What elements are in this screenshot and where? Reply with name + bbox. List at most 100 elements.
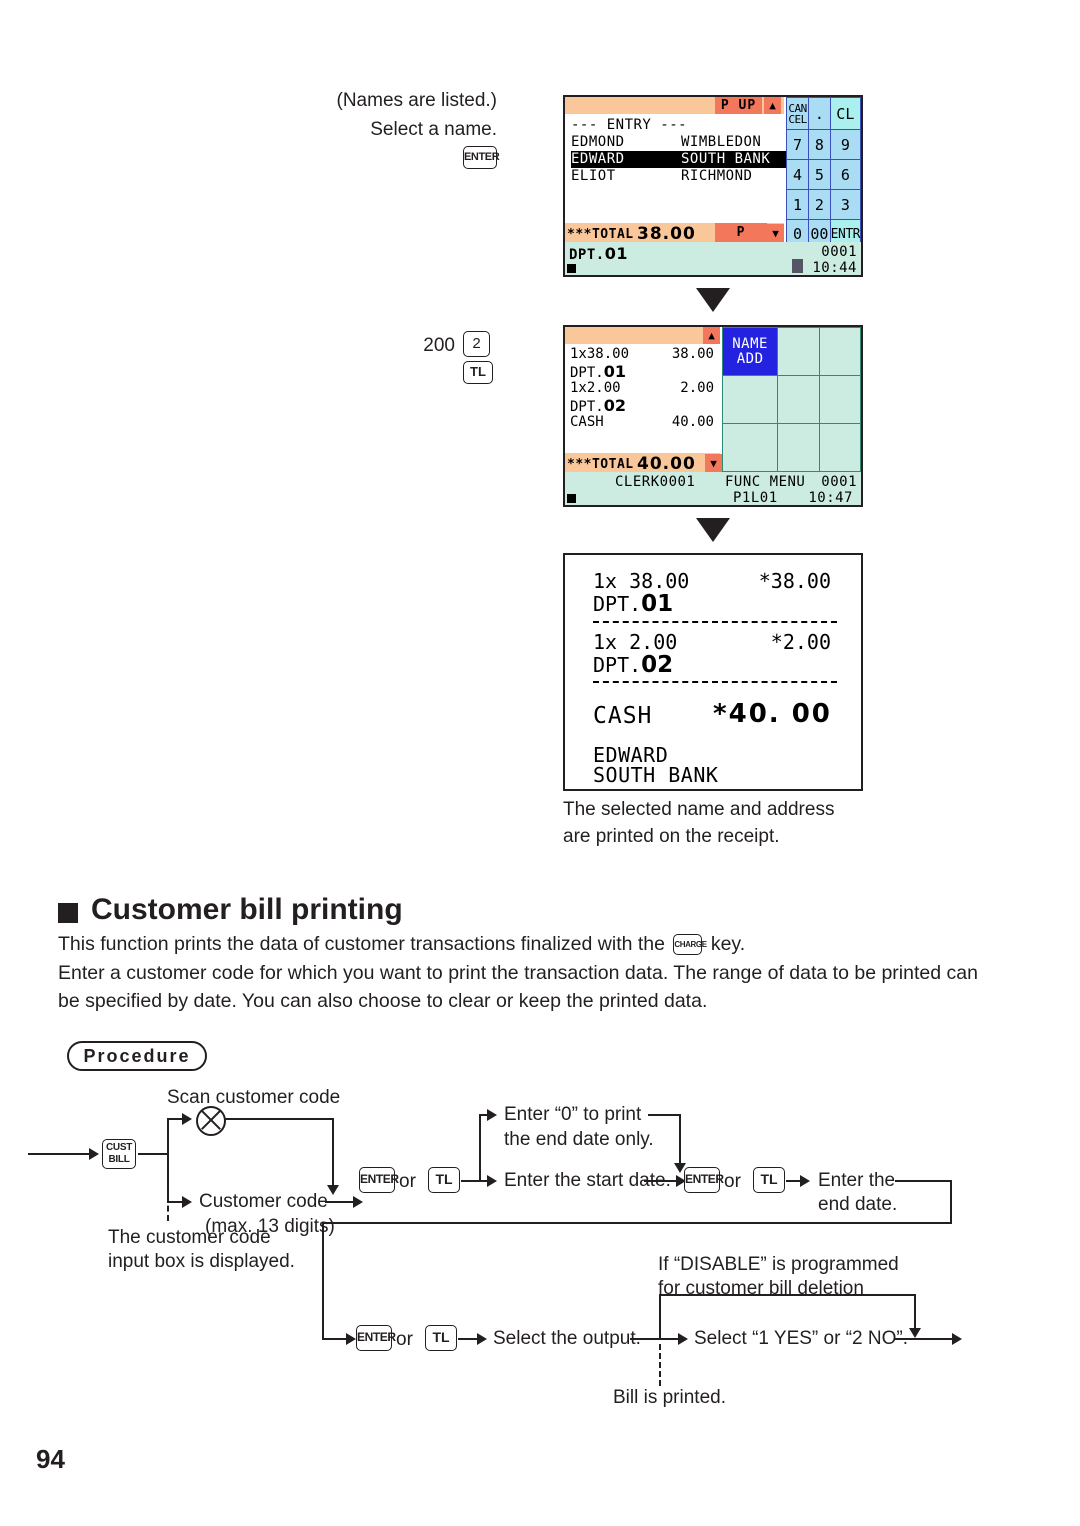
key-9[interactable]: 9 xyxy=(829,129,861,160)
flow-line-to-code xyxy=(167,1201,183,1203)
manual-page: (Names are listed.) Select a name. ENTER… xyxy=(0,0,1080,1526)
total-value: 38.00 xyxy=(637,224,696,244)
list-item-selected[interactable]: EDWARD SOUTH BANK xyxy=(571,151,787,168)
page-up-button[interactable]: P UP xyxy=(715,97,762,114)
list-item[interactable]: EDMOND WIMBLEDON xyxy=(571,134,781,151)
tl-key-flow-2[interactable]: TL xyxy=(753,1167,785,1193)
status-clerk: CLERK0001 xyxy=(615,474,696,490)
display2-top-bar xyxy=(565,327,720,344)
key-cancel[interactable]: CAN CEL xyxy=(785,97,810,130)
step1-note-line1: (Names are listed.) xyxy=(336,90,498,111)
receipt-dept-label: DPT. xyxy=(593,592,642,616)
charge-key-icon: CHARGE xyxy=(673,934,707,956)
tl-key-label: TL xyxy=(753,1167,785,1193)
tl-key-flow-1[interactable]: TL xyxy=(428,1167,460,1193)
entry-name: EDWARD xyxy=(571,151,625,167)
enter-key-flow-1[interactable]: ENTER xyxy=(359,1167,399,1193)
key-3[interactable]: 3 xyxy=(829,189,861,220)
flow-line-to-scan xyxy=(167,1118,183,1120)
end-date-line1: Enter the xyxy=(818,1170,896,1191)
receipt-caption-line1: The selected name and address xyxy=(563,799,835,820)
or-label-1: or xyxy=(399,1171,416,1192)
txn-dept-label: DPT. xyxy=(570,365,604,381)
scroll-up-arrow-icon-2[interactable]: ▲ xyxy=(703,327,720,344)
flow-line-enddate-out xyxy=(895,1180,952,1182)
flow-arrowhead-startdate xyxy=(487,1175,497,1187)
operator-icon xyxy=(792,259,803,273)
cust-bill-key-label: CUST BILL xyxy=(102,1139,136,1169)
receipt-customer-address: SOUTH BANK xyxy=(593,763,719,787)
flow-line-scan-down xyxy=(332,1118,334,1186)
txn-line: DPT.01 xyxy=(570,362,720,381)
note-input-box-line2: input box is displayed. xyxy=(108,1251,295,1272)
entry-name: EDMOND xyxy=(571,134,625,150)
procedure-badge: Procedure xyxy=(67,1041,207,1071)
tl-key-label: TL xyxy=(428,1167,460,1193)
flow-line-enddate-down xyxy=(950,1180,952,1223)
key-4[interactable]: 4 xyxy=(785,159,810,190)
flow-line-wrap-right xyxy=(322,1338,348,1340)
entry-address: SOUTH BANK xyxy=(681,151,771,167)
key-2[interactable]: 2 xyxy=(808,189,831,220)
status-dept: DPT.01 xyxy=(569,244,628,263)
receipt-line1-dept: DPT.01 xyxy=(593,591,673,617)
flow-line-scan-out xyxy=(224,1118,334,1120)
scroll-up-arrow-icon[interactable]: ▲ xyxy=(764,97,781,114)
page-down-button[interactable]: P DOWN xyxy=(715,223,767,259)
tl-key-label: TL xyxy=(463,361,493,384)
list-item[interactable]: ELIOT RICHMOND xyxy=(571,168,781,185)
status-func-menu: FUNC MENU xyxy=(725,474,806,490)
end-date-line2: end date. xyxy=(818,1194,898,1215)
cust-bill-line2: BILL xyxy=(108,1154,130,1165)
bill-printed-label: Bill is printed. xyxy=(613,1387,726,1408)
receipt-dept-label: DPT. xyxy=(593,653,642,677)
customer-code-label: Customer code xyxy=(199,1191,328,1212)
flow-line-in xyxy=(28,1153,90,1155)
flow-line-output-out xyxy=(630,1338,662,1340)
func-key-empty[interactable] xyxy=(721,423,779,472)
flow-arrowhead-scan-down xyxy=(327,1185,339,1195)
numeric-keypad[interactable]: CAN CEL . CL 7 8 9 4 5 6 1 2 3 0 00 ENTR xyxy=(785,97,861,249)
func-key-name-add[interactable]: NAME ADD xyxy=(721,327,779,376)
key-5[interactable]: 5 xyxy=(808,159,831,190)
status-counter: 0001 xyxy=(821,244,857,260)
scroll-down-arrow-icon[interactable]: ▼ xyxy=(767,224,784,243)
txn-dept-num: 01 xyxy=(603,362,626,381)
entry-name: ELIOT xyxy=(571,168,616,184)
status-p1l01: P1L01 xyxy=(733,490,778,506)
func-key-empty[interactable] xyxy=(818,375,861,424)
tl-key-step2[interactable]: TL xyxy=(463,361,493,384)
scroll-down-arrow-icon-2[interactable]: ▼ xyxy=(705,454,722,473)
func-key-empty[interactable] xyxy=(777,423,820,472)
receipt-line1-amount: *38.00 xyxy=(758,569,831,593)
flow-arrow-down-2 xyxy=(696,518,730,542)
scanner-circle-icon xyxy=(196,1106,226,1136)
page-number: 94 xyxy=(36,1444,65,1474)
total-label-2: ***TOTAL xyxy=(567,457,634,472)
key-decimal[interactable]: . xyxy=(808,97,831,130)
key-8[interactable]: 8 xyxy=(808,129,831,160)
tl-key-flow-3[interactable]: TL xyxy=(425,1325,457,1351)
enter-key-flow-2[interactable]: ENTER xyxy=(684,1167,724,1193)
receipt-cash-amount: *40. 00 xyxy=(713,699,832,729)
flow-line-enter0-down xyxy=(679,1114,681,1164)
para1-text-before: This function prints the data of custome… xyxy=(58,933,665,955)
key-6[interactable]: 6 xyxy=(829,159,861,190)
txn-line: 1x2.00 2.00 xyxy=(570,380,720,397)
key-7[interactable]: 7 xyxy=(785,129,810,160)
func-key-empty[interactable] xyxy=(777,375,820,424)
func-key-empty[interactable] xyxy=(818,327,861,376)
txn-line: 1x38.00 38.00 xyxy=(570,346,720,363)
status-counter-2: 0001 xyxy=(821,474,857,490)
key-1[interactable]: 1 xyxy=(785,189,810,220)
enter-key-flow-3[interactable]: ENTER xyxy=(356,1325,396,1351)
dept-key-2[interactable]: 2 xyxy=(463,331,490,357)
func-key-empty[interactable] xyxy=(777,327,820,376)
enter-key-label: ENTER xyxy=(463,146,500,169)
key-clear[interactable]: CL xyxy=(829,97,861,130)
cust-bill-key[interactable]: CUST BILL xyxy=(102,1139,136,1169)
enter-key-step1[interactable]: ENTER xyxy=(463,146,500,169)
func-key-empty[interactable] xyxy=(818,423,861,472)
func-key-empty[interactable] xyxy=(721,375,779,424)
flow-arrowhead-end xyxy=(952,1333,962,1345)
